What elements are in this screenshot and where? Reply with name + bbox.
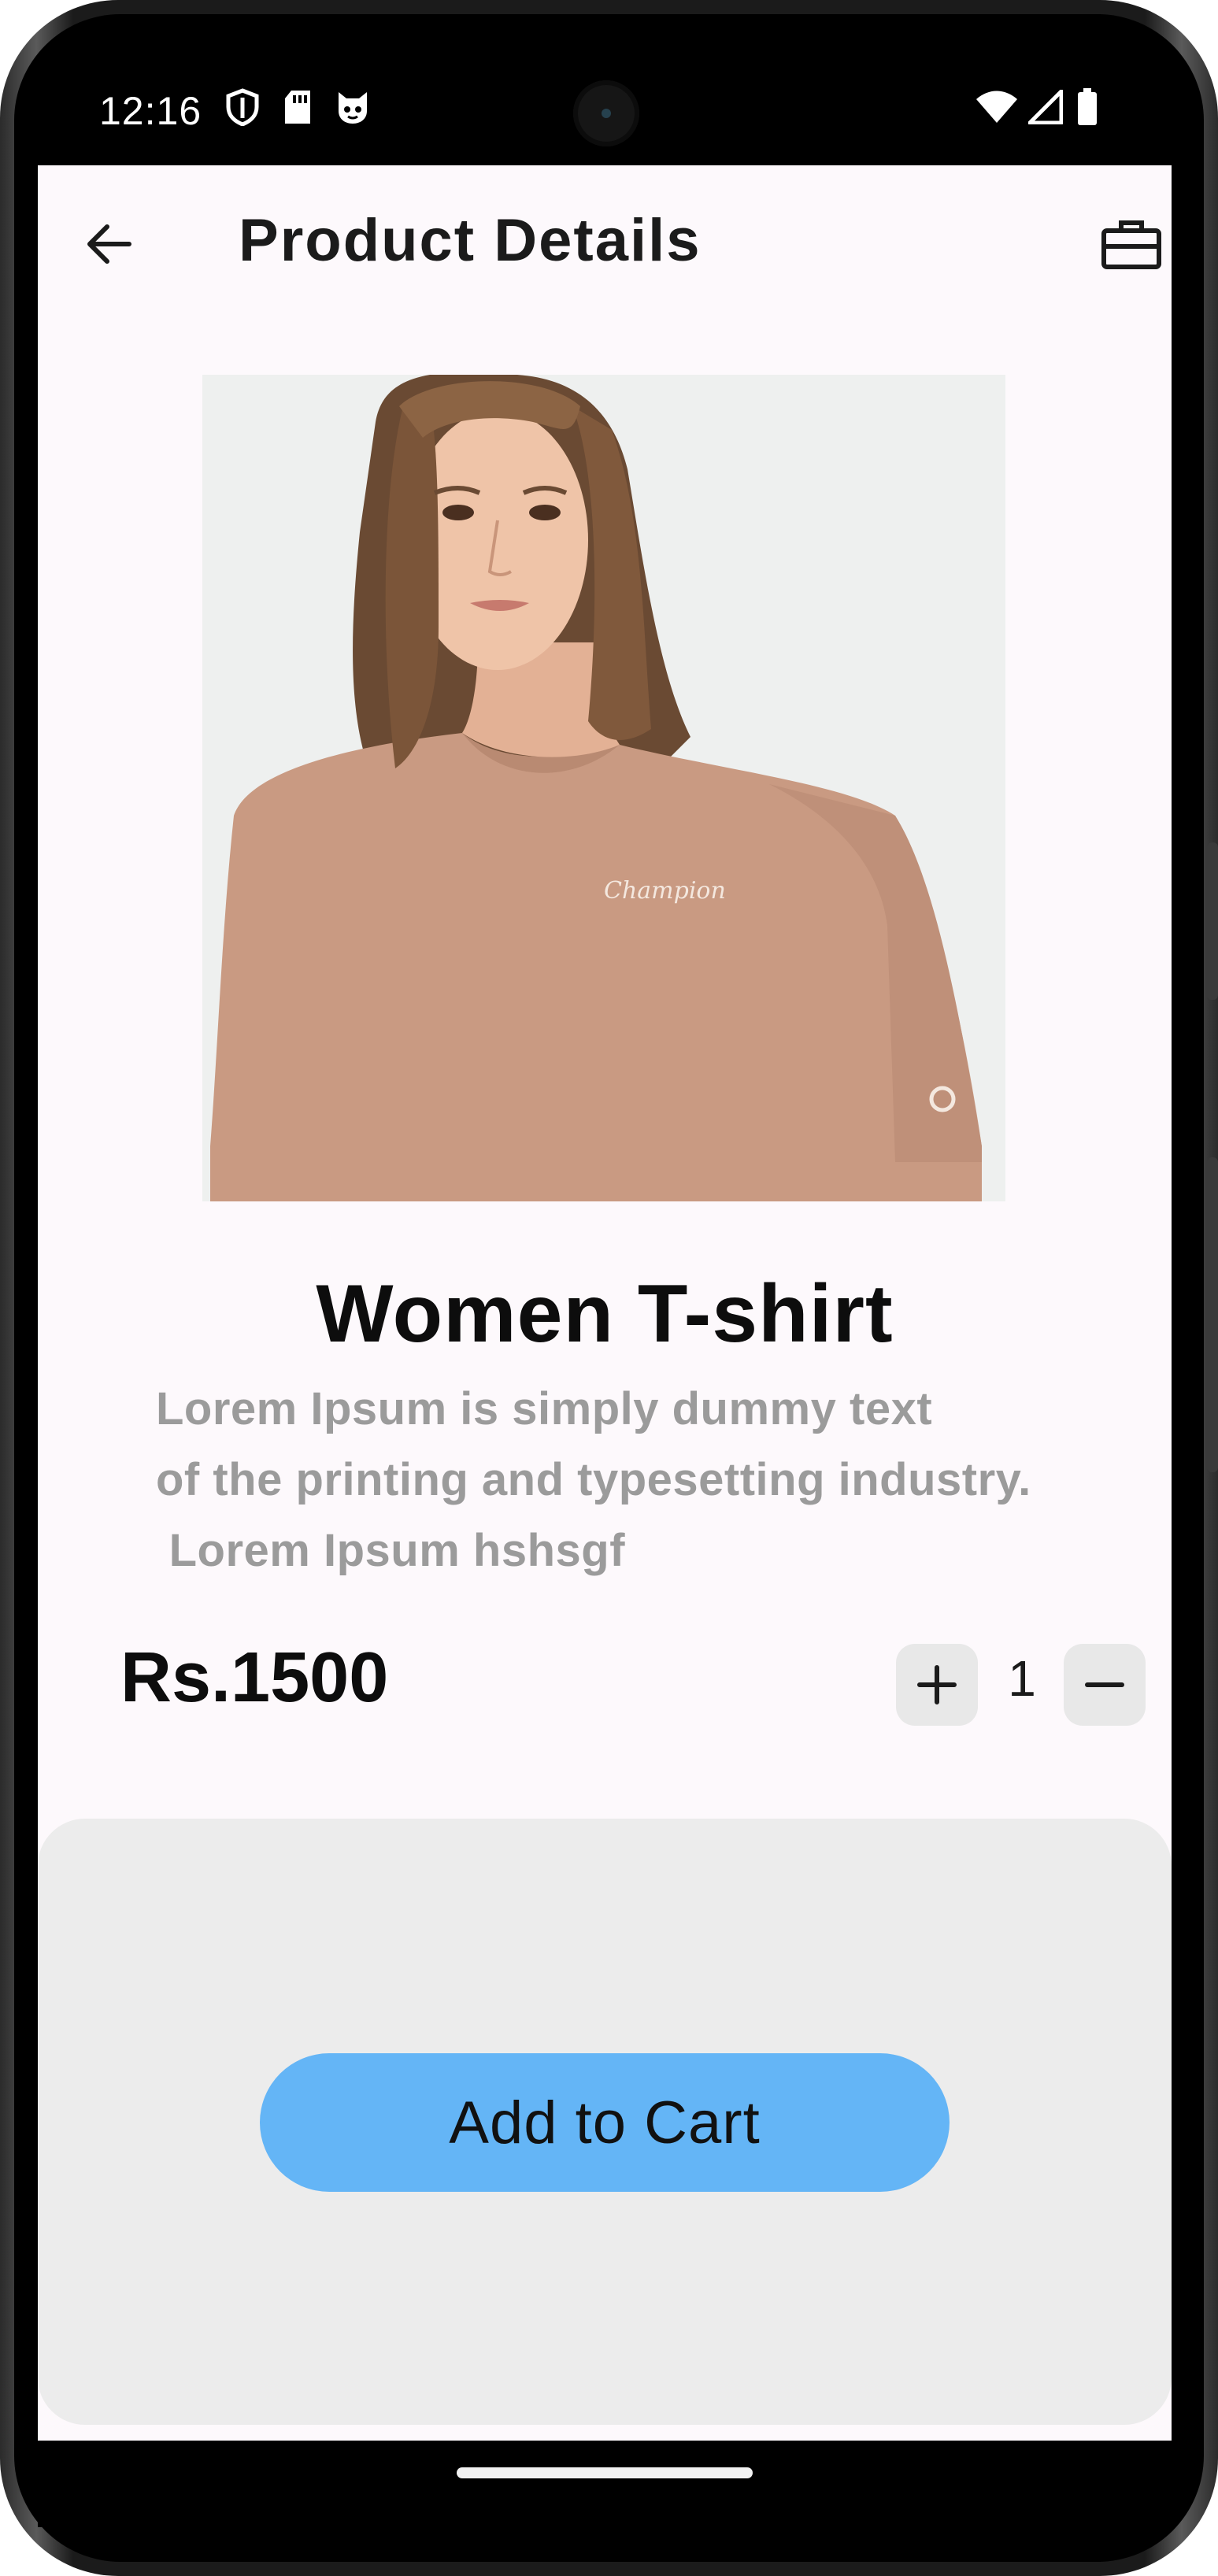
- back-button[interactable]: [77, 213, 140, 276]
- quantity-value: 1: [1008, 1650, 1036, 1707]
- screen: 12:16 Product Details Champion Women T-s…: [38, 47, 1172, 2527]
- product-description: Lorem Ipsum is simply dummy text of the …: [156, 1374, 1031, 1586]
- app-bar: Product Details: [38, 165, 1172, 307]
- status-time: 12:16: [99, 89, 202, 133]
- page-title: Product Details: [239, 207, 702, 274]
- product-price: Rs.1500: [120, 1638, 389, 1717]
- increase-quantity-button[interactable]: [896, 1644, 978, 1726]
- cart-bag-button[interactable]: [1101, 213, 1172, 276]
- power-button: [1207, 842, 1218, 1000]
- product-image: Champion: [202, 375, 1005, 1201]
- decrease-quantity-button[interactable]: [1064, 1644, 1146, 1726]
- cat-face-icon: [334, 88, 372, 126]
- front-camera: [573, 80, 639, 146]
- status-bar: 12:16: [38, 47, 1172, 165]
- wifi-icon: [975, 88, 1019, 126]
- shield-icon: [224, 88, 261, 126]
- minus-icon: [1085, 1682, 1124, 1687]
- phone-frame: 12:16 Product Details Champion Women T-s…: [0, 0, 1218, 2576]
- arrow-left-icon: [87, 224, 131, 264]
- briefcase-icon: [1101, 220, 1161, 269]
- home-indicator[interactable]: [457, 2467, 753, 2478]
- description-line: of the printing and typesetting industry…: [156, 1454, 1031, 1505]
- bottom-sheet: Add to Cart: [38, 1819, 1172, 2425]
- sd-card-icon: [279, 88, 317, 126]
- volume-button: [1207, 1157, 1218, 1472]
- product-details-screen: Product Details Champion Women T-shirt L…: [38, 165, 1172, 2441]
- battery-icon: [1075, 88, 1099, 126]
- product-name: Women T-shirt: [316, 1268, 894, 1360]
- navigation-bar: [38, 2441, 1172, 2527]
- description-line: Lorem Ipsum hshsgf: [156, 1525, 626, 1576]
- plus-icon: [917, 1665, 957, 1704]
- svg-text:Champion: Champion: [604, 877, 726, 905]
- cell-signal-icon: [1027, 88, 1064, 126]
- description-line: Lorem Ipsum is simply dummy text: [156, 1383, 933, 1434]
- add-to-cart-button[interactable]: Add to Cart: [260, 2053, 950, 2192]
